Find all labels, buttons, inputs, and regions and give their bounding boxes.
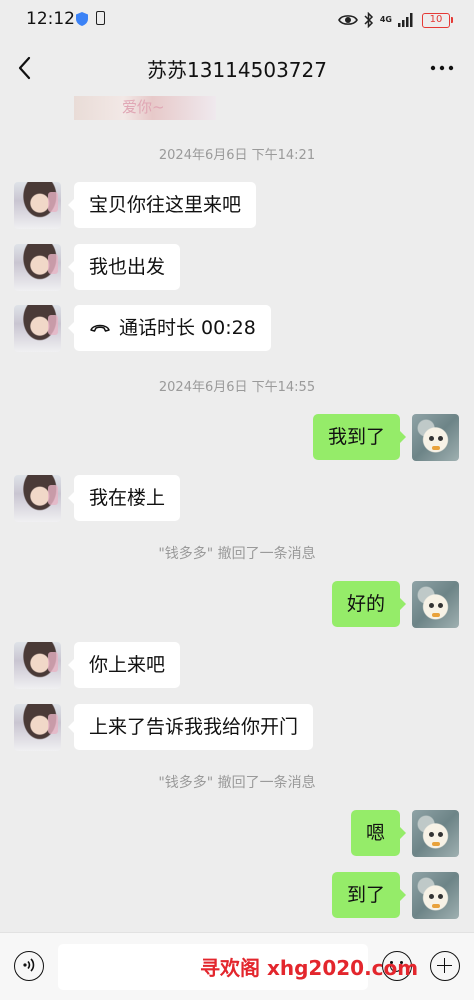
outgoing-message[interactable]: 嗯 — [350, 810, 407, 856]
chat-area[interactable]: 爱你~ 2024年6月6日 下午14:21 宝贝你往这里来吧 我也出发 通话时长… — [0, 96, 474, 932]
network-type: 4G — [379, 15, 392, 24]
signal-icon — [398, 13, 413, 27]
recall-notice: "钱多多" 撤回了一条消息 — [158, 546, 316, 562]
outgoing-message[interactable]: 到了 — [331, 872, 407, 918]
contact-avatar[interactable] — [14, 182, 61, 229]
contact-avatar[interactable] — [14, 305, 61, 352]
my-avatar[interactable] — [412, 810, 459, 857]
my-avatar[interactable] — [412, 414, 459, 461]
image-message-partial[interactable]: 爱你~ — [74, 96, 216, 120]
my-avatar[interactable] — [412, 872, 459, 919]
voice-icon[interactable] — [14, 951, 44, 981]
contact-avatar[interactable] — [14, 704, 61, 751]
my-avatar[interactable] — [412, 581, 459, 628]
shield-icon — [76, 12, 88, 26]
status-right: 4G 10 — [337, 9, 453, 31]
phone-hangup-icon — [90, 324, 110, 332]
incoming-message[interactable]: 我也出发 — [67, 244, 181, 290]
incoming-message[interactable]: 我在楼上 — [67, 475, 181, 521]
sim-card-icon — [96, 11, 105, 25]
chat-title: 苏苏13114503727 — [147, 58, 327, 82]
voice-waves-glyph — [23, 958, 35, 972]
bluetooth-icon — [364, 12, 373, 28]
eye-icon — [337, 15, 358, 25]
recall-notice: "钱多多" 撤回了一条消息 — [158, 775, 316, 791]
contact-avatar[interactable] — [14, 475, 61, 522]
timestamp: 2024年6月6日 下午14:55 — [158, 380, 316, 395]
image-caption-text: 爱你~ — [122, 98, 165, 116]
outgoing-message[interactable]: 好的 — [331, 581, 407, 627]
outgoing-message[interactable]: 我到了 — [312, 414, 407, 460]
incoming-message[interactable]: 上来了告诉我我给你开门 — [67, 704, 314, 750]
battery-icon: 10 — [422, 12, 453, 28]
plus-icon[interactable] — [430, 951, 460, 981]
timestamp: 2024年6月6日 下午14:21 — [158, 148, 316, 163]
call-record-message[interactable]: 通话时长 00:28 — [68, 305, 271, 351]
more-dots-icon[interactable] — [428, 56, 456, 80]
incoming-message[interactable]: 你上来吧 — [67, 642, 181, 688]
status-bar: 12:12 4G 10 — [0, 0, 474, 40]
incoming-message[interactable]: 宝贝你往这里来吧 — [67, 182, 257, 228]
status-time: 12:12 — [26, 9, 75, 29]
contact-avatar[interactable] — [14, 642, 61, 689]
battery-level: 10 — [429, 13, 443, 25]
watermark-text: 寻欢阁 xhg2020.com — [200, 956, 419, 980]
more-dots-glyph — [430, 65, 454, 71]
call-duration-text: 通话时长 00:28 — [119, 317, 256, 339]
contact-avatar[interactable] — [14, 244, 61, 291]
chat-header: 苏苏13114503727 — [0, 40, 474, 96]
